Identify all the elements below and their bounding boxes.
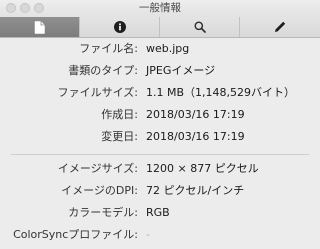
colorsync-profile-label: ColorSyncプロファイル:: [13, 228, 138, 241]
file-size-value: 1.1 MB（1,148,529バイト）: [146, 86, 296, 99]
image-size-value: 1200 × 877 ピクセル: [146, 162, 259, 175]
info-row-image-dpi: イメージのDPI: 72 ピクセル/インチ: [0, 182, 320, 200]
info-row-file-size: ファイルサイズ: 1.1 MB（1,148,529バイト）: [0, 84, 320, 102]
info-window: 一般情報 ファイル名: web.jpg 書類のタイプ: JPEGイメージ ファイ…: [0, 0, 320, 249]
search-icon: [194, 21, 206, 33]
general-info-panel: ファイル名: web.jpg 書類のタイプ: JPEGイメージ ファイルサイズ:…: [0, 38, 320, 249]
color-model-label: カラーモデル:: [68, 206, 138, 219]
modified-value: 2018/03/16 17:19: [146, 130, 245, 143]
section-divider: [11, 154, 309, 155]
image-dpi-label: イメージのDPI:: [61, 184, 138, 197]
image-size-label: イメージサイズ:: [57, 162, 138, 175]
document-icon: [34, 20, 45, 34]
colorsync-profile-value: -: [146, 228, 150, 241]
doc-type-label: 書類のタイプ:: [68, 64, 138, 77]
modified-label: 変更日:: [101, 130, 138, 143]
file-size-label: ファイルサイズ:: [57, 86, 138, 99]
tab-general[interactable]: [0, 17, 80, 37]
image-dpi-value: 72 ピクセル/インチ: [146, 184, 245, 197]
info-row-created: 作成日: 2018/03/16 17:19: [0, 106, 320, 124]
info-row-file-name: ファイル名: web.jpg: [0, 40, 320, 58]
pencil-icon: [274, 21, 286, 33]
info-row-color-model: カラーモデル: RGB: [0, 204, 320, 222]
doc-type-value: JPEGイメージ: [146, 64, 216, 77]
info-row-image-size: イメージサイズ: 1200 × 877 ピクセル: [0, 160, 320, 178]
file-name-value: web.jpg: [146, 42, 190, 55]
info-row-doc-type: 書類のタイプ: JPEGイメージ: [0, 62, 320, 80]
file-name-label: ファイル名:: [79, 42, 138, 55]
tab-search[interactable]: [160, 17, 240, 37]
color-model-value: RGB: [146, 206, 170, 219]
info-row-colorsync-profile: ColorSyncプロファイル: -: [0, 226, 320, 244]
created-value: 2018/03/16 17:19: [146, 108, 245, 121]
info-row-modified: 変更日: 2018/03/16 17:19: [0, 128, 320, 146]
title-bar: 一般情報: [0, 0, 320, 17]
created-label: 作成日:: [101, 108, 138, 121]
info-icon: [113, 21, 126, 33]
window-title: 一般情報: [139, 2, 181, 14]
tab-more-info[interactable]: [80, 17, 160, 37]
inspector-toolbar: [0, 17, 320, 38]
tab-annotate[interactable]: [240, 17, 320, 37]
